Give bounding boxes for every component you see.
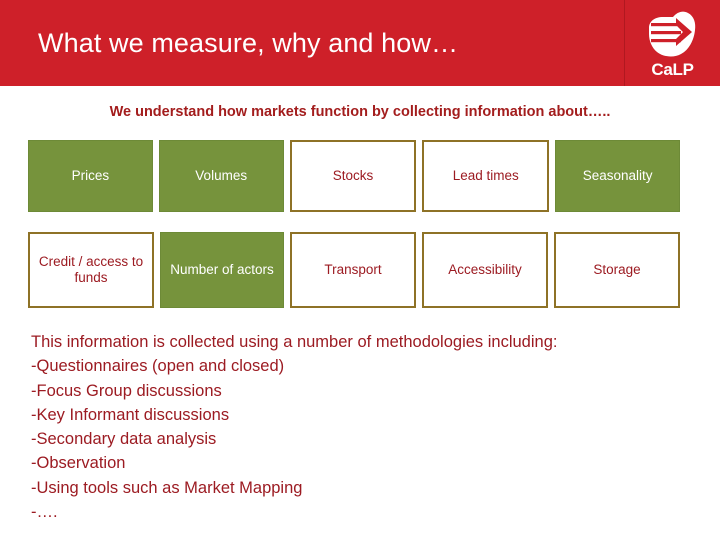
topic-cell-lead-times[interactable]: Lead times <box>422 140 550 212</box>
topic-cell-seasonality[interactable]: Seasonality <box>555 140 680 212</box>
topics-row-1: Prices Volumes Stocks Lead times Seasona… <box>28 140 680 212</box>
measurement-topics-grid: Prices Volumes Stocks Lead times Seasona… <box>28 140 680 308</box>
slide-header-band: What we measure, why and how… CaLP <box>0 0 720 86</box>
methodologies-block: This information is collected using a nu… <box>31 330 691 524</box>
subtitle-text: We understand how markets function by co… <box>109 104 611 120</box>
topic-cell-accessibility[interactable]: Accessibility <box>422 232 548 308</box>
methodology-item-ellipsis: -…. <box>31 503 58 522</box>
topic-cell-storage[interactable]: Storage <box>554 232 680 308</box>
topic-cell-stocks[interactable]: Stocks <box>289 140 417 212</box>
topic-cell-prices[interactable]: Prices <box>28 140 153 212</box>
topic-cell-transport[interactable]: Transport <box>290 232 416 308</box>
calp-wordmark: CaLP <box>651 60 694 79</box>
methodologies-intro: This information is collected using a nu… <box>31 333 558 351</box>
methodology-item-observation: -Observation <box>31 454 126 473</box>
topic-cell-volumes[interactable]: Volumes <box>158 140 284 212</box>
topic-cell-credit-access-to-funds[interactable]: Credit / access to funds <box>28 232 154 308</box>
methodology-item-questionnaires: -Questionnaires (open and closed) <box>31 357 285 376</box>
calp-hand-arrow-icon <box>643 8 703 60</box>
topic-cell-number-of-actors[interactable]: Number of actors <box>160 232 284 308</box>
page-title: What we measure, why and how… <box>38 27 459 58</box>
methodology-item-key-informant: -Key Informant discussions <box>31 405 230 424</box>
calp-logo-panel: CaLP <box>624 0 720 86</box>
topics-row-2: Credit / access to funds Number of actor… <box>28 232 680 308</box>
methodology-item-focus-group: -Focus Group discussions <box>31 381 222 400</box>
methodology-item-market-mapping: -Using tools such as Market Mapping <box>31 478 303 497</box>
methodology-item-secondary-data: -Secondary data analysis <box>31 430 217 449</box>
